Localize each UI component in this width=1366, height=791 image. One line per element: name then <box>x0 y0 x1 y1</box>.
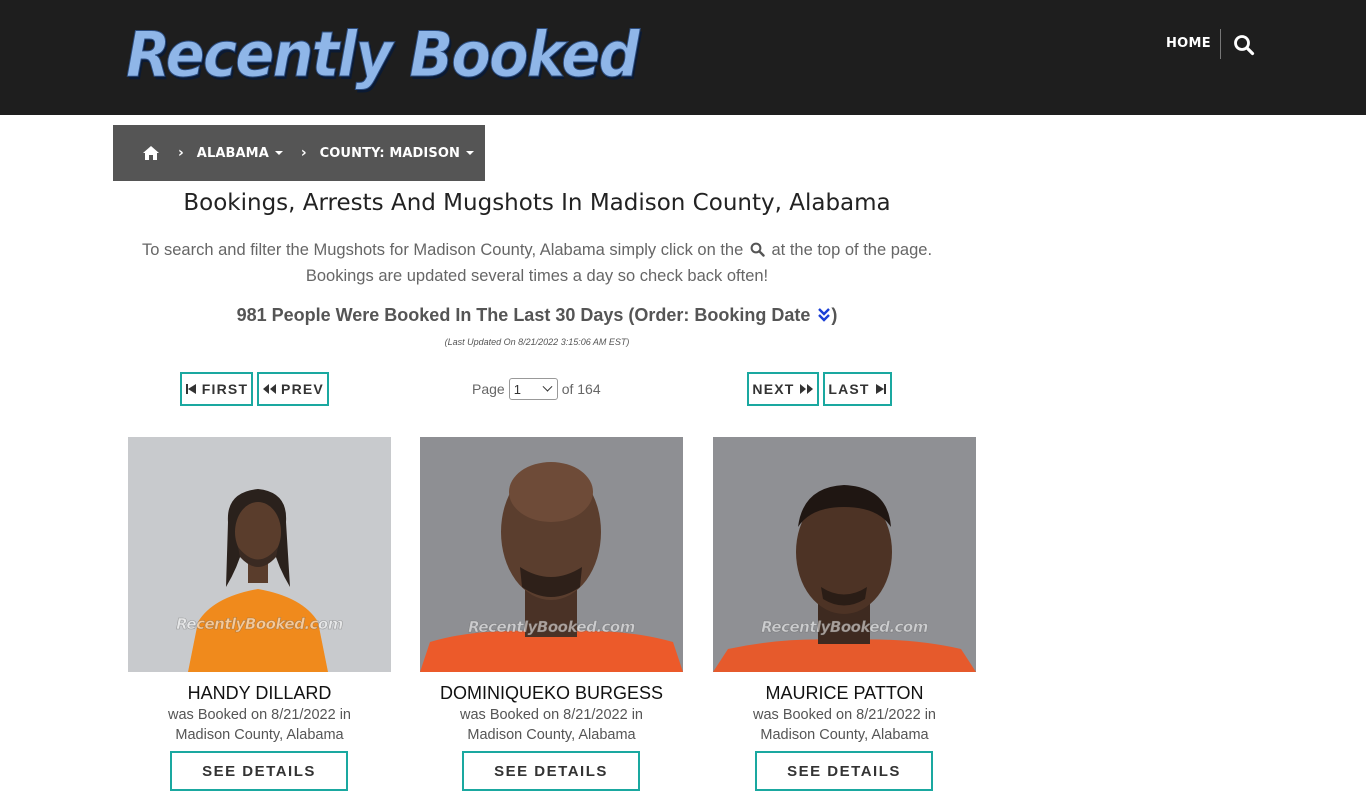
last-updated: (Last Updated On 8/21/2022 3:15:06 AM ES… <box>444 337 630 347</box>
booking-date-line: was Booked on 8/21/2022 in <box>460 707 643 723</box>
mugshot-photo[interactable]: RecentlyBooked.com <box>713 437 976 672</box>
booking-count: 981 People Were Booked In The Last 30 Da… <box>113 305 961 326</box>
page-label: Page <box>472 381 505 397</box>
inmate-name[interactable]: DOMINIQUEKO BURGESS <box>420 683 683 704</box>
intro-part1: To search and filter the Mugshots for Ma… <box>141 241 744 259</box>
booking-location-line: Madison County, Alabama <box>760 727 929 743</box>
watermark: RecentlyBooked.com <box>176 615 344 634</box>
breadcrumb-county-dropdown[interactable]: COUNTY: MADISON <box>320 146 474 161</box>
see-details-button[interactable]: SEE DETAILS <box>755 751 933 791</box>
chevron-right-icon: › <box>178 145 184 161</box>
breadcrumb-state-dropdown[interactable]: ALABAMA <box>197 146 283 161</box>
skip-first-icon <box>185 384 196 394</box>
page-select[interactable]: 1 <box>508 378 558 400</box>
booking-location-line: Madison County, Alabama <box>175 727 344 743</box>
rewind-icon <box>263 384 277 394</box>
see-details-button[interactable]: SEE DETAILS <box>170 751 348 791</box>
inmate-name[interactable]: MAURICE PATTON <box>713 683 976 704</box>
caret-down-icon <box>274 151 283 155</box>
mugshot-photo[interactable]: RecentlyBooked.com <box>128 437 391 672</box>
page-total: of 164 <box>561 381 601 397</box>
page-selector: Page 1 of 164 <box>472 378 601 400</box>
double-chevron-down-icon[interactable] <box>817 307 831 323</box>
first-page-button[interactable]: FIRST <box>180 372 253 406</box>
next-page-button[interactable]: NEXT <box>747 372 819 406</box>
watermark: RecentlyBooked.com <box>761 618 929 637</box>
booking-card: RecentlyBooked.com DOMINIQUEKO BURGESS w… <box>420 437 683 745</box>
nav-divider <box>1220 29 1221 59</box>
watermark: RecentlyBooked.com <box>468 618 636 637</box>
prev-label: PREV <box>281 381 324 397</box>
nav-home-link[interactable]: HOME <box>1166 36 1211 51</box>
prev-page-button[interactable]: PREV <box>257 372 329 406</box>
inmate-name[interactable]: HANDY DILLARD <box>128 683 391 704</box>
booking-count-text: 981 People Were Booked In The Last 30 Da… <box>236 305 811 325</box>
breadcrumb-state-label: ALABAMA <box>196 145 269 161</box>
booking-desc: was Booked on 8/21/2022 in Madison Count… <box>420 705 683 745</box>
chevron-down-icon <box>542 381 553 392</box>
booking-date-line: was Booked on 8/21/2022 in <box>753 707 936 723</box>
booking-card: RecentlyBooked.com HANDY DILLARD was Boo… <box>128 437 391 745</box>
chevron-right-icon: › <box>300 145 307 161</box>
breadcrumb-county-label: COUNTY: MADISON <box>319 145 460 161</box>
intro-text: To search and filter the Mugshots for Ma… <box>113 237 961 289</box>
skip-last-icon <box>875 384 886 394</box>
intro-line2: Bookings are updated several times a day… <box>305 267 769 285</box>
breadcrumb: › ALABAMA › COUNTY: MADISON <box>113 125 485 181</box>
booking-date-line: was Booked on 8/21/2022 in <box>168 707 351 723</box>
booking-location-line: Madison County, Alabama <box>467 727 636 743</box>
booking-count-close: ) <box>831 305 838 325</box>
site-logo[interactable]: Recently Booked <box>126 18 641 92</box>
last-page-button[interactable]: LAST <box>823 372 892 406</box>
intro-part2: at the top of the page. <box>771 241 933 259</box>
page-title: Bookings, Arrests And Mugshots In Madiso… <box>183 190 891 216</box>
fast-forward-icon <box>799 384 813 394</box>
caret-down-icon <box>465 151 474 155</box>
home-icon[interactable] <box>142 145 160 161</box>
site-header: Recently Booked HOME <box>0 0 1366 115</box>
last-label: LAST <box>828 381 870 397</box>
see-details-button[interactable]: SEE DETAILS <box>462 751 640 791</box>
booking-desc: was Booked on 8/21/2022 in Madison Count… <box>128 705 391 745</box>
first-label: FIRST <box>201 381 249 397</box>
mugshot-photo[interactable]: RecentlyBooked.com <box>420 437 683 672</box>
booking-card: RecentlyBooked.com MAURICE PATTON was Bo… <box>713 437 976 745</box>
next-label: NEXT <box>752 381 795 397</box>
search-icon[interactable] <box>1233 34 1255 56</box>
page-select-value: 1 <box>513 381 521 397</box>
search-icon <box>750 239 765 257</box>
booking-desc: was Booked on 8/21/2022 in Madison Count… <box>713 705 976 745</box>
